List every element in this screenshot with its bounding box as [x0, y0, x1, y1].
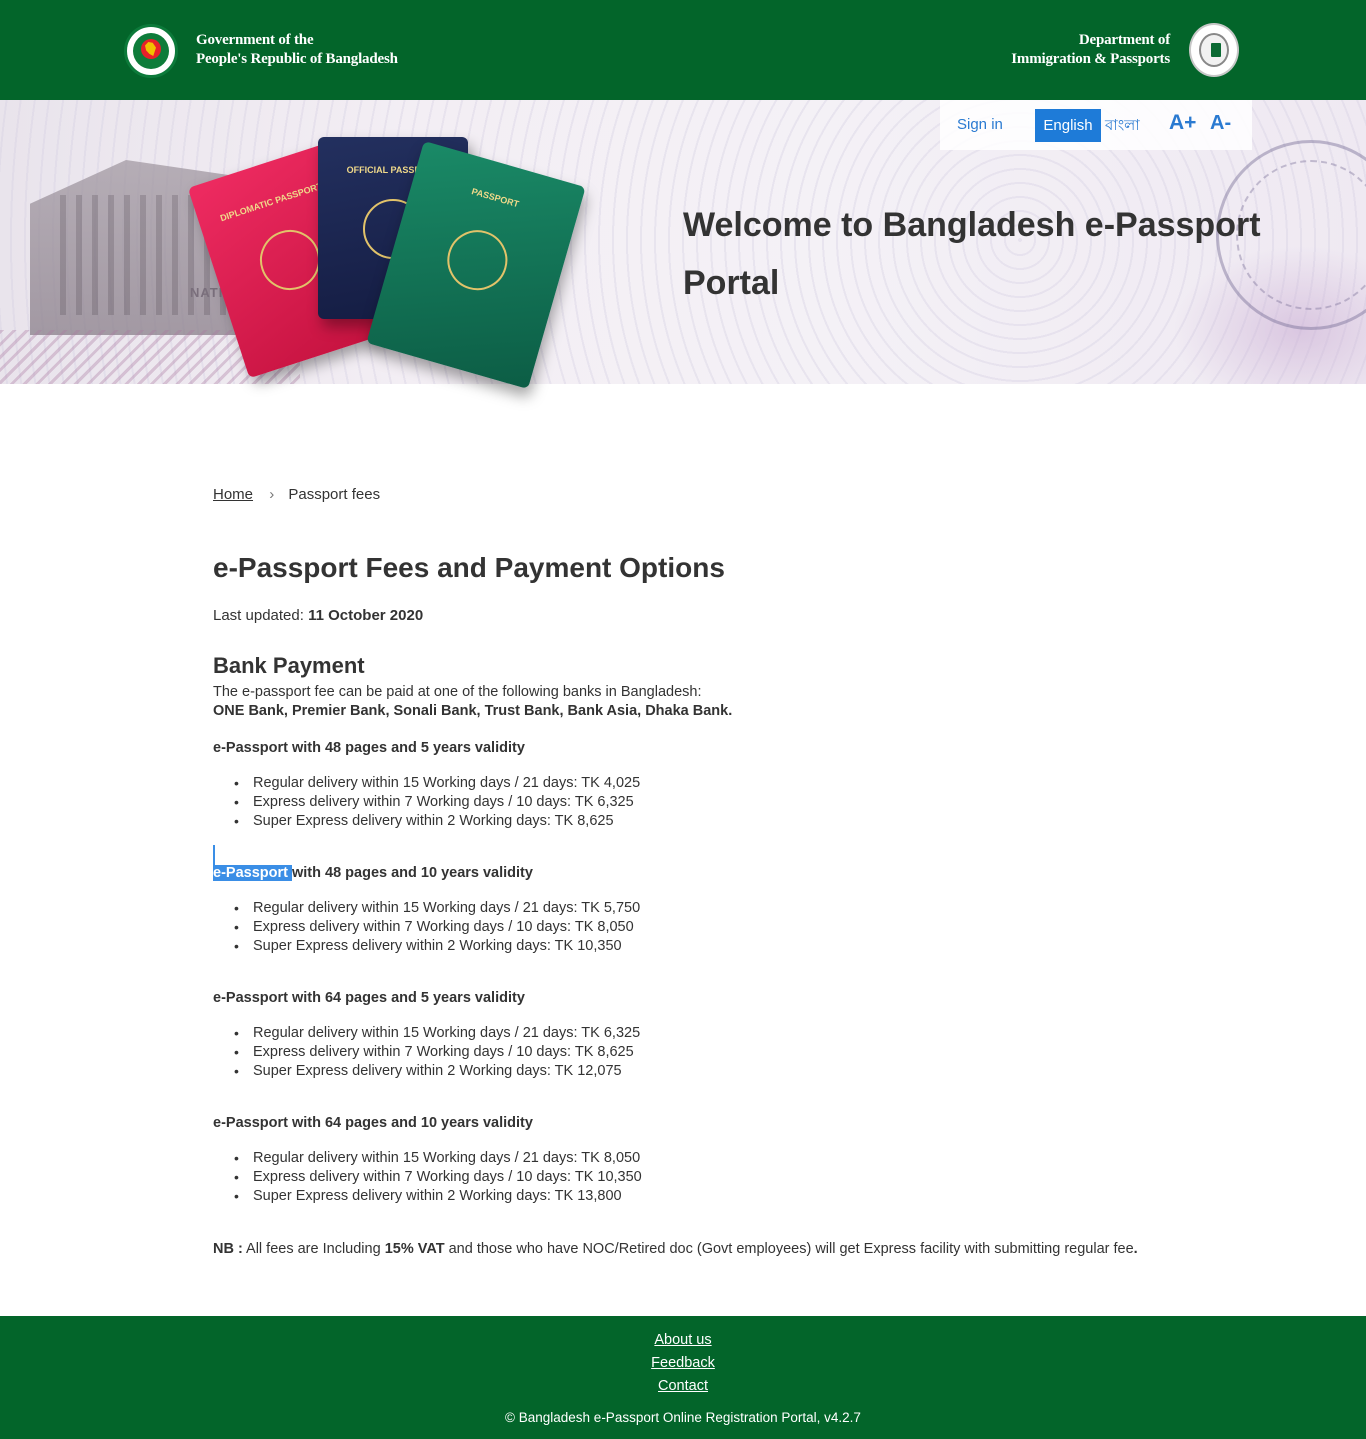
government-title: Government of the People's Republic of B… — [196, 31, 398, 69]
language-bangla-button[interactable]: বাংলা — [1105, 114, 1140, 139]
fee-group-title: e-Passport with 64 pages and 10 years va… — [213, 1115, 533, 1131]
fee-list: Regular delivery within 15 Working days … — [234, 899, 640, 956]
fee-item: Regular delivery within 15 Working days … — [234, 899, 640, 918]
government-title-line2: People's Republic of Bangladesh — [196, 51, 398, 67]
fee-group-title-rest: with 48 pages and 10 years validity — [291, 865, 533, 881]
note-text-1: All fees are Including — [242, 1241, 385, 1257]
breadcrumb: Home › Passport fees — [213, 486, 380, 503]
fee-item: Express delivery within 7 Working days /… — [234, 793, 640, 812]
fee-item: Regular delivery within 15 Working days … — [234, 1024, 640, 1043]
note-text-2: and those who have NOC/Retired doc (Govt… — [444, 1241, 1134, 1257]
note-label: NB : — [213, 1241, 243, 1257]
fee-item: Super Express delivery within 2 Working … — [234, 812, 640, 831]
fee-item: Regular delivery within 15 Working days … — [234, 774, 640, 793]
department-title-line1: Department of — [1078, 32, 1170, 48]
department-seal-logo[interactable] — [1189, 23, 1239, 77]
fee-list: Regular delivery within 15 Working days … — [234, 1024, 640, 1081]
page-title: e-Passport Fees and Payment Options — [213, 552, 725, 583]
bank-list: ONE Bank, Premier Bank, Sonali Bank, Tru… — [213, 703, 733, 719]
footer-feedback-link[interactable]: Feedback — [0, 1355, 1366, 1371]
fee-item: Super Express delivery within 2 Working … — [234, 937, 640, 956]
sign-in-link[interactable]: Sign in — [957, 116, 1003, 133]
bank-payment-heading: Bank Payment — [213, 653, 365, 678]
footer: About us Feedback Contact © Bangladesh e… — [0, 1316, 1366, 1439]
government-title-line1: Government of the — [196, 32, 314, 48]
fee-list: Regular delivery within 15 Working days … — [234, 774, 640, 831]
fee-item: Super Express delivery within 2 Working … — [234, 1062, 640, 1081]
last-updated-date: 11 October 2020 — [308, 607, 424, 624]
seal-inner-ring — [1199, 33, 1229, 67]
fee-item: Express delivery within 7 Working days /… — [234, 918, 640, 937]
regular-passport-label: PASSPORT — [470, 186, 521, 210]
note-period: . — [1133, 1241, 1138, 1257]
vat-note: NB : All fees are Including 15% VAT and … — [213, 1240, 1153, 1259]
passport-book-icon — [1211, 43, 1221, 57]
top-header-bar: Government of the People's Republic of B… — [0, 0, 1366, 100]
last-updated-label: Last updated: — [213, 607, 304, 624]
breadcrumb-current: Passport fees — [288, 486, 381, 503]
last-updated: Last updated: 11 October 2020 — [213, 607, 423, 624]
font-decrease-button[interactable]: A- — [1210, 112, 1231, 135]
passport-emblem-icon — [252, 222, 328, 298]
footer-about-link[interactable]: About us — [0, 1332, 1366, 1348]
welcome-heading: Welcome to Bangladesh e-Passport Portal — [683, 206, 1261, 302]
chevron-right-icon: › — [269, 486, 275, 503]
passport-emblem-icon — [440, 223, 515, 298]
department-title: Department of Immigration & Passports — [1011, 31, 1170, 69]
fee-group-title: e-Passport with 48 pages and 10 years va… — [213, 865, 533, 881]
fee-list: Regular delivery within 15 Working days … — [234, 1149, 642, 1206]
bank-payment-intro: The e-passport fee can be paid at one of… — [213, 684, 702, 700]
language-english-button[interactable]: English — [1035, 109, 1101, 142]
font-increase-button[interactable]: A+ — [1169, 111, 1196, 135]
footer-contact-link[interactable]: Contact — [0, 1378, 1366, 1394]
fee-item: Express delivery within 7 Working days /… — [234, 1043, 640, 1062]
fee-item: Super Express delivery within 2 Working … — [234, 1187, 642, 1206]
government-emblem-logo[interactable] — [124, 24, 178, 78]
footer-copyright: © Bangladesh e-Passport Online Registrat… — [505, 1410, 861, 1425]
breadcrumb-home-link[interactable]: Home — [213, 486, 253, 503]
text-selection-caret — [213, 845, 215, 867]
fee-group-title: e-Passport with 64 pages and 5 years val… — [213, 990, 525, 1006]
fee-item: Express delivery within 7 Working days /… — [234, 1168, 642, 1187]
selected-text[interactable]: e-Passport — [213, 865, 292, 881]
department-title-line2: Immigration & Passports — [1011, 51, 1170, 67]
note-vat: 15% VAT — [384, 1241, 445, 1257]
fee-item: Regular delivery within 15 Working days … — [234, 1149, 642, 1168]
fee-group-title: e-Passport with 48 pages and 5 years val… — [213, 740, 525, 756]
